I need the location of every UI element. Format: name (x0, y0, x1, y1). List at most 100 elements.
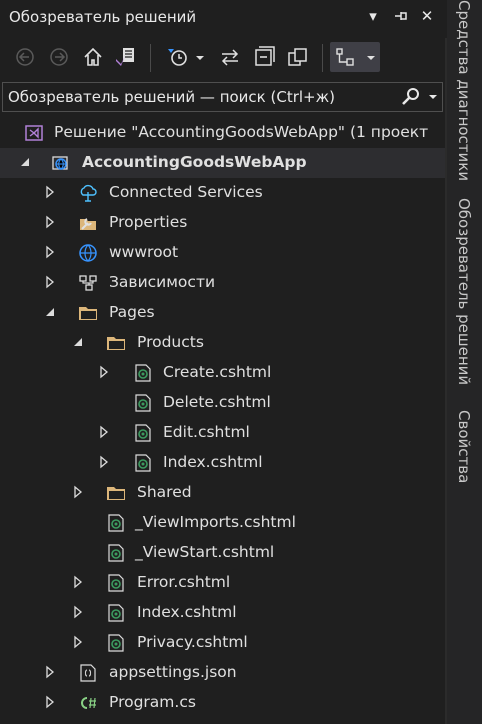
tree-item-file[interactable]: Index.cshtml (0, 598, 447, 628)
tree-item-pages-folder[interactable]: Pages (0, 298, 447, 328)
sync-icon (221, 49, 239, 66)
tree-item-properties[interactable]: Properties (0, 208, 447, 238)
connected-services-icon (80, 184, 97, 202)
solution-explorer-search-box[interactable]: Обозреватель решений — поиск (Ctrl+ж) (2, 82, 443, 112)
collapsed-arrow-icon[interactable] (43, 185, 57, 199)
tree-item-label: Program.cs (109, 693, 196, 711)
collapsed-arrow-icon[interactable] (97, 455, 111, 469)
show-all-files-icon (288, 48, 307, 66)
tree-item-label: Products (137, 333, 204, 351)
folder-icon (107, 337, 125, 350)
panel-title-bar: Обозреватель решений ▾ ✕ (0, 0, 447, 34)
side-tab-solution-explorer[interactable]: Обозреватель решений (450, 198, 478, 385)
properties-filter-icon (336, 48, 375, 66)
forward-icon (50, 48, 68, 66)
toolbar-separator (322, 44, 323, 72)
web-project-icon (52, 156, 68, 170)
pending-changes-filter-button[interactable] (158, 42, 210, 72)
tree-item-shared-folder[interactable]: Shared (0, 478, 447, 508)
tree-item-wwwroot[interactable]: wwwroot (0, 238, 447, 268)
back-button[interactable] (12, 42, 38, 72)
collapse-all-icon (255, 46, 275, 66)
tree-item-label: Connected Services (109, 183, 263, 201)
solution-tree: Решение "AccountingGoodsWebApp" (1 проек… (0, 118, 447, 724)
back-icon (16, 48, 34, 66)
tree-item-label: appsettings.json (109, 663, 237, 681)
auto-hide-pin-icon[interactable] (392, 7, 410, 29)
tree-item-file[interactable]: Program.cs (0, 688, 447, 718)
razor-file-icon (108, 514, 124, 532)
tree-item-label: Index.cshtml (163, 453, 263, 471)
tree-item-label: Edit.cshtml (163, 423, 250, 441)
tree-item-file[interactable]: _ViewStart.cshtml (0, 538, 447, 568)
globe-icon (79, 244, 97, 262)
collapse-all-button[interactable] (250, 42, 278, 72)
expanded-arrow-icon[interactable] (43, 305, 57, 319)
tree-item-file[interactable]: Error.cshtml (0, 568, 447, 598)
tree-item-file[interactable]: Create.cshtml (0, 358, 447, 388)
collapsed-arrow-icon[interactable] (71, 485, 85, 499)
tree-item-connected-services[interactable]: Connected Services (0, 178, 447, 208)
tree-item-file[interactable]: Index.cshtml (0, 448, 447, 478)
window-position-dropdown-icon[interactable]: ▾ (364, 7, 382, 25)
sync-with-active-document-button[interactable] (216, 42, 244, 72)
collapsed-arrow-icon[interactable] (97, 425, 111, 439)
csharp-file-icon (81, 697, 96, 709)
json-file-icon (80, 664, 96, 682)
collapsed-arrow-icon[interactable] (43, 245, 57, 259)
collapsed-arrow-icon[interactable] (43, 215, 57, 229)
side-tab-properties[interactable]: Свойства (450, 410, 478, 483)
tree-item-label: Properties (109, 213, 188, 231)
razor-file-icon (135, 394, 151, 412)
razor-file-icon (108, 574, 124, 592)
razor-file-icon (108, 604, 124, 622)
collapsed-arrow-icon[interactable] (97, 365, 111, 379)
razor-file-icon (108, 634, 124, 652)
side-tab-diagnostic-tools[interactable]: Средства диагностики (450, 0, 478, 181)
properties-wrench-icon (80, 218, 96, 230)
collapsed-arrow-icon[interactable] (71, 575, 85, 589)
project-label: AccountingGoodsWebApp (82, 153, 307, 171)
properties-filter-button[interactable] (330, 42, 380, 72)
tree-item-project[interactable]: AccountingGoodsWebApp (0, 148, 447, 178)
tree-item-label: _ViewImports.cshtml (135, 513, 296, 531)
solution-explorer-toolbar (0, 38, 447, 78)
expanded-arrow-icon[interactable] (18, 155, 32, 169)
search-input[interactable]: Обозреватель решений — поиск (Ctrl+ж) (8, 88, 335, 106)
tree-item-solution[interactable]: Решение "AccountingGoodsWebApp" (1 проек… (0, 118, 447, 148)
collapsed-arrow-icon[interactable] (71, 635, 85, 649)
tree-item-label: Error.cshtml (137, 573, 231, 591)
close-panel-icon[interactable]: ✕ (418, 7, 436, 25)
search-icon[interactable] (401, 87, 421, 107)
folder-icon (107, 487, 125, 500)
tree-item-file[interactable]: appsettings.json (0, 658, 447, 688)
show-all-files-button[interactable] (284, 42, 312, 72)
side-tool-tabs: Средства диагностики Обозреватель решени… (447, 0, 482, 724)
tree-item-label: Privacy.cshtml (137, 633, 248, 651)
collapsed-arrow-icon[interactable] (71, 605, 85, 619)
tree-item-file[interactable]: Edit.cshtml (0, 418, 447, 448)
tree-item-label: Delete.cshtml (163, 393, 271, 411)
tree-item-file[interactable]: Delete.cshtml (0, 388, 447, 418)
tree-item-file[interactable]: Privacy.cshtml (0, 628, 447, 658)
tree-item-label: Pages (109, 303, 155, 321)
pending-changes-icon (168, 49, 204, 66)
expanded-arrow-icon[interactable] (71, 335, 85, 349)
tree-item-dependencies[interactable]: Зависимости (0, 268, 447, 298)
collapsed-arrow-icon[interactable] (43, 275, 57, 289)
collapsed-arrow-icon[interactable] (43, 695, 57, 709)
forward-button[interactable] (46, 42, 72, 72)
tree-item-file[interactable]: _ViewImports.cshtml (0, 508, 447, 538)
tree-item-products-folder[interactable]: Products (0, 328, 447, 358)
tree-item-label: _ViewStart.cshtml (135, 543, 275, 561)
tree-item-label: Shared (137, 483, 192, 501)
razor-file-icon (135, 424, 151, 442)
home-button[interactable] (80, 42, 106, 72)
switch-views-button[interactable] (110, 42, 140, 72)
switch-views-icon (116, 48, 134, 66)
solution-label: Решение "AccountingGoodsWebApp" (1 проек… (54, 123, 429, 141)
panel-title: Обозреватель решений (9, 8, 197, 26)
search-options-dropdown-icon[interactable] (428, 93, 438, 101)
collapsed-arrow-icon[interactable] (43, 665, 57, 679)
dependencies-icon (79, 275, 97, 291)
